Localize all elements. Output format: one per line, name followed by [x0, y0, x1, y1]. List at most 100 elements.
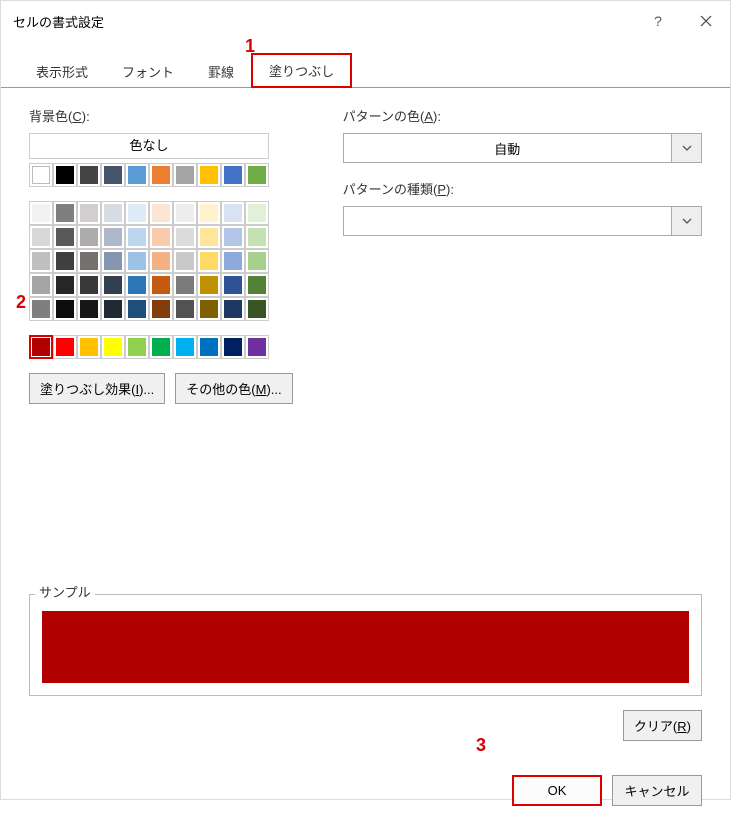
pattern-type-label: パターンの種類(P):	[343, 179, 702, 198]
color-swatch[interactable]	[29, 335, 53, 359]
sample-section: サンプル	[29, 574, 702, 696]
color-swatch[interactable]	[53, 163, 77, 187]
color-swatch[interactable]	[77, 163, 101, 187]
fill-effects-button[interactable]: 塗りつぶし効果(I)...	[29, 373, 165, 404]
color-swatch[interactable]	[221, 225, 245, 249]
color-swatch[interactable]	[125, 201, 149, 225]
color-swatch[interactable]	[53, 273, 77, 297]
color-swatch[interactable]	[245, 163, 269, 187]
pattern-color-dropdown[interactable]: 自動	[343, 133, 702, 163]
color-swatch[interactable]	[101, 297, 125, 321]
color-swatch[interactable]	[173, 273, 197, 297]
titlebar: セルの書式設定 ?	[1, 1, 730, 41]
color-swatch[interactable]	[173, 201, 197, 225]
color-swatch[interactable]	[149, 297, 173, 321]
color-swatch[interactable]	[149, 273, 173, 297]
color-swatch[interactable]	[77, 297, 101, 321]
color-swatch[interactable]	[197, 297, 221, 321]
tab-fill[interactable]: 塗りつぶし	[251, 53, 352, 88]
cancel-button[interactable]: キャンセル	[612, 775, 702, 806]
color-swatch[interactable]	[221, 249, 245, 273]
color-swatch[interactable]	[221, 297, 245, 321]
color-swatch[interactable]	[53, 297, 77, 321]
color-swatch[interactable]	[221, 163, 245, 187]
pattern-type-dropdown[interactable]	[343, 206, 702, 236]
tab-number-format[interactable]: 表示形式	[19, 55, 105, 87]
color-swatch[interactable]	[53, 335, 77, 359]
color-swatch[interactable]	[101, 335, 125, 359]
color-swatch[interactable]	[197, 249, 221, 273]
color-swatch[interactable]	[77, 201, 101, 225]
help-button[interactable]: ?	[646, 9, 670, 33]
color-swatch[interactable]	[29, 297, 53, 321]
dialog-title: セルの書式設定	[13, 12, 104, 31]
color-swatch[interactable]	[245, 225, 269, 249]
footer: OK キャンセル	[1, 741, 730, 820]
ok-button[interactable]: OK	[512, 775, 602, 806]
color-swatch[interactable]	[245, 273, 269, 297]
color-swatch[interactable]	[197, 335, 221, 359]
sample-preview	[42, 611, 689, 683]
color-swatch[interactable]	[221, 273, 245, 297]
color-swatch[interactable]	[197, 225, 221, 249]
color-swatch[interactable]	[245, 297, 269, 321]
color-swatch[interactable]	[53, 201, 77, 225]
column-left: 背景色(C): 色なし 2 塗りつぶし効果(I)... その他の色(M)...	[29, 106, 293, 404]
color-swatch[interactable]	[53, 225, 77, 249]
color-swatch[interactable]	[173, 249, 197, 273]
color-swatch[interactable]	[125, 163, 149, 187]
color-swatch[interactable]	[173, 163, 197, 187]
sample-label: サンプル	[35, 582, 95, 601]
color-swatch[interactable]	[125, 249, 149, 273]
color-swatch[interactable]	[173, 297, 197, 321]
tab-bar: 表示形式 フォント 罫線 塗りつぶし	[1, 41, 730, 88]
color-swatch[interactable]	[149, 201, 173, 225]
color-swatch[interactable]	[125, 273, 149, 297]
color-swatch[interactable]	[197, 273, 221, 297]
color-swatch[interactable]	[101, 163, 125, 187]
color-swatch[interactable]	[149, 225, 173, 249]
color-swatch[interactable]	[77, 273, 101, 297]
clear-button[interactable]: クリア(R)	[623, 710, 702, 741]
color-swatch[interactable]	[77, 335, 101, 359]
color-swatch[interactable]	[77, 225, 101, 249]
clear-row: クリア(R)	[1, 696, 730, 741]
color-swatch[interactable]	[101, 273, 125, 297]
color-swatch[interactable]	[29, 163, 53, 187]
no-color-button[interactable]: 色なし	[29, 133, 269, 159]
color-swatch[interactable]	[29, 225, 53, 249]
chevron-down-icon	[672, 206, 702, 236]
close-button[interactable]	[694, 9, 718, 33]
sample-box	[29, 594, 702, 696]
pattern-color-value: 自動	[343, 133, 672, 163]
color-swatch[interactable]	[245, 249, 269, 273]
color-swatch[interactable]	[77, 249, 101, 273]
color-swatch[interactable]	[29, 201, 53, 225]
color-swatch[interactable]	[197, 201, 221, 225]
close-icon	[700, 15, 712, 27]
color-swatch[interactable]	[101, 249, 125, 273]
color-swatch[interactable]	[245, 335, 269, 359]
color-swatch[interactable]	[125, 225, 149, 249]
color-swatch[interactable]	[197, 163, 221, 187]
color-swatch[interactable]	[221, 335, 245, 359]
color-swatch[interactable]	[125, 297, 149, 321]
color-swatch[interactable]	[101, 225, 125, 249]
color-swatch[interactable]	[125, 335, 149, 359]
tab-border[interactable]: 罫線	[191, 55, 251, 87]
content-area: 背景色(C): 色なし 2 塗りつぶし効果(I)... その他の色(M)... …	[1, 88, 730, 414]
color-swatch[interactable]	[221, 201, 245, 225]
color-swatch[interactable]	[173, 335, 197, 359]
color-swatch[interactable]	[149, 163, 173, 187]
color-swatch[interactable]	[173, 225, 197, 249]
color-swatch[interactable]	[101, 201, 125, 225]
color-swatch[interactable]	[53, 249, 77, 273]
color-swatch[interactable]	[245, 201, 269, 225]
color-swatch[interactable]	[29, 273, 53, 297]
tab-font[interactable]: フォント	[105, 55, 191, 87]
fill-option-buttons: 塗りつぶし効果(I)... その他の色(M)...	[29, 373, 293, 404]
color-swatch[interactable]	[29, 249, 53, 273]
more-colors-button[interactable]: その他の色(M)...	[175, 373, 292, 404]
color-swatch[interactable]	[149, 335, 173, 359]
color-swatch[interactable]	[149, 249, 173, 273]
